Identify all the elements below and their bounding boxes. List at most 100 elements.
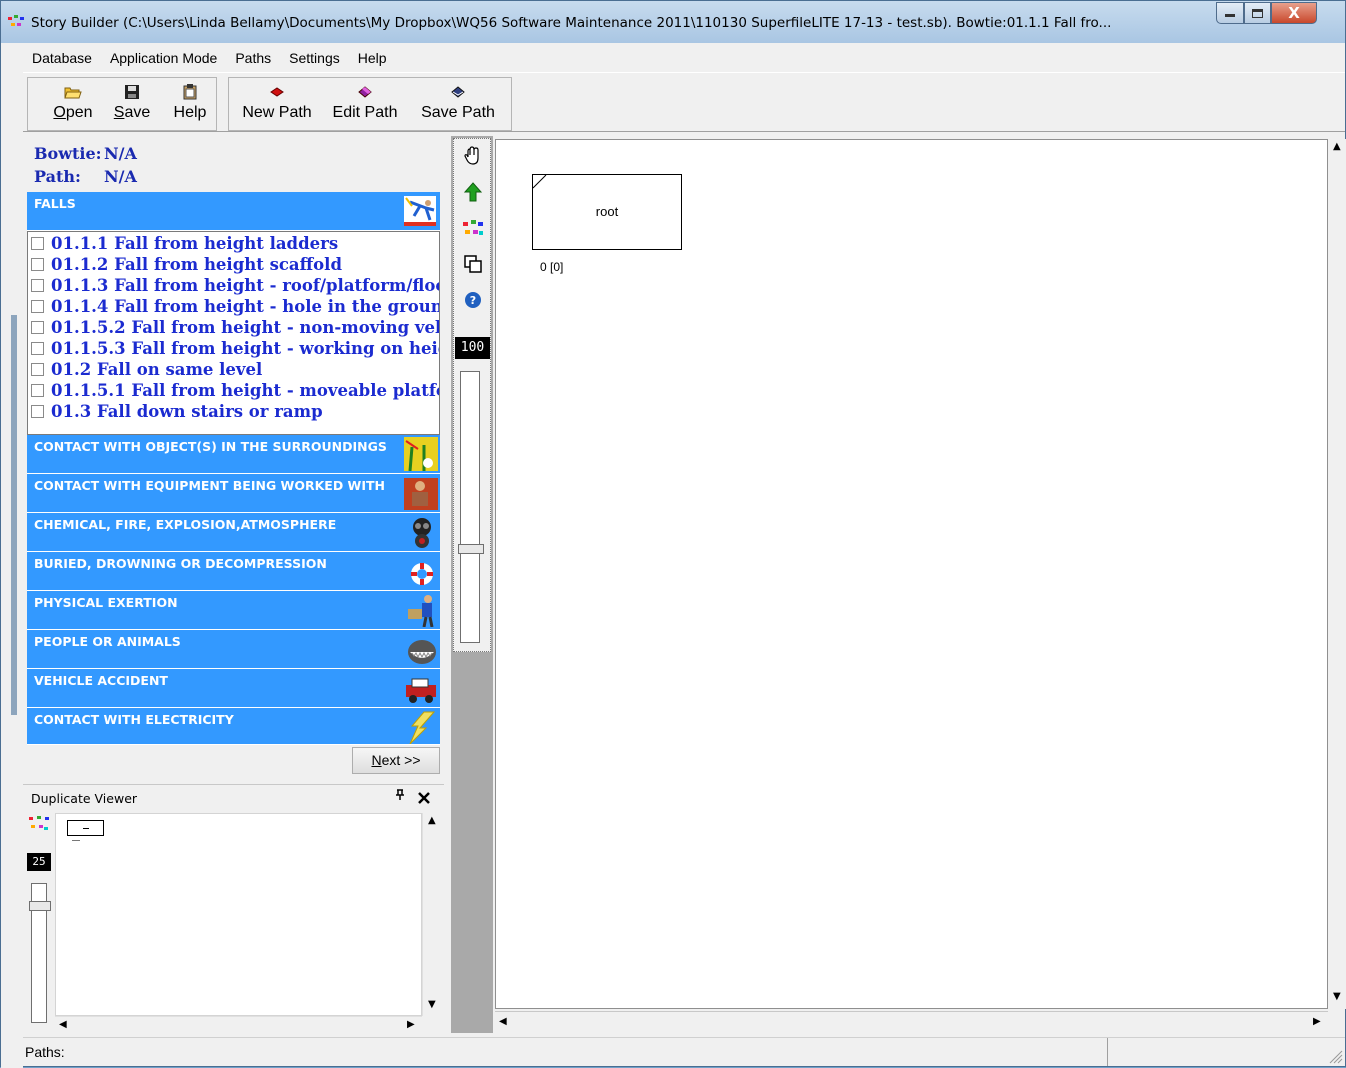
help-button[interactable]: Help: [168, 82, 212, 128]
scroll-right-icon[interactable]: ▶: [407, 1019, 415, 1030]
menu-database[interactable]: Database: [23, 50, 101, 66]
menu-help[interactable]: Help: [349, 50, 396, 66]
save-path-button[interactable]: Save Path: [415, 82, 501, 128]
app-icon: [8, 15, 24, 26]
list-item[interactable]: 01.1.1 Fall from height ladders: [31, 234, 338, 254]
category-people-animals[interactable]: PEOPLE OR ANIMALS: [27, 630, 440, 669]
category-panel: Bowtie: N/A Path: N/A FALLS 01.1.1 Fall …: [23, 136, 444, 781]
window-left-edge: [1, 45, 23, 1068]
close-icon[interactable]: [417, 786, 431, 810]
list-item[interactable]: 01.1.5.2 Fall from height - non-moving v…: [31, 318, 439, 338]
scroll-up-icon[interactable]: ▲: [428, 815, 436, 826]
category-electricity[interactable]: CONTACT WITH ELECTRICITY: [27, 708, 440, 745]
lifting-person-icon: [408, 595, 434, 627]
selection-info: Bowtie: N/A Path: N/A: [27, 138, 440, 192]
scroll-right-icon[interactable]: ▶: [1313, 1016, 1321, 1027]
list-item[interactable]: 01.1.3 Fall from height - roof/platform/…: [31, 276, 439, 296]
scroll-left-icon[interactable]: ◀: [59, 1019, 67, 1030]
root-node-count: 0 [0]: [540, 260, 564, 274]
edit-path-button[interactable]: Edit Path: [328, 82, 402, 128]
zoom-level: 100: [455, 337, 490, 359]
duplicate-viewer-vertical-scrollbar[interactable]: ▲ ▼: [422, 813, 440, 1016]
save-button[interactable]: Save: [109, 82, 155, 128]
checkbox[interactable]: [31, 363, 44, 376]
falling-person-icon: [404, 196, 436, 226]
close-button[interactable]: X: [1271, 2, 1317, 24]
category-label: BURIED, DROWNING OR DECOMPRESSION: [34, 556, 327, 571]
copy-icon[interactable]: [462, 253, 484, 275]
category-label: CONTACT WITH EQUIPMENT BEING WORKED WITH: [34, 478, 385, 493]
checkbox[interactable]: [31, 258, 44, 271]
list-item[interactable]: 01.1.4 Fall from height - hole in the gr…: [31, 297, 439, 317]
zoom-slider[interactable]: [460, 371, 480, 643]
layout-icon[interactable]: [462, 217, 484, 239]
pin-icon[interactable]: [395, 789, 405, 805]
checkbox[interactable]: [31, 384, 44, 397]
path-canvas[interactable]: root 0 [0]: [495, 139, 1328, 1009]
checkbox[interactable]: [31, 342, 44, 355]
menu-bar: Database Application Mode Paths Settings…: [23, 45, 1345, 70]
list-item[interactable]: 01.2 Fall on same level: [31, 360, 262, 380]
svg-text:?: ?: [470, 294, 476, 307]
window-title: Story Builder (C:\Users\Linda Bellamy\Do…: [31, 15, 1112, 31]
menu-settings[interactable]: Settings: [280, 50, 349, 66]
falls-list[interactable]: 01.1.1 Fall from height ladders 01.1.2 F…: [27, 231, 440, 435]
duplicate-viewer-title: Duplicate Viewer: [31, 791, 138, 806]
category-chemical-fire[interactable]: CHEMICAL, FIRE, EXPLOSION,ATMOSPHERE: [27, 513, 440, 552]
mini-node-count: [72, 840, 80, 841]
list-item[interactable]: 01.3 Fall down stairs or ramp: [31, 402, 323, 422]
scroll-down-icon[interactable]: ▼: [428, 999, 436, 1010]
category-contact-with-equipment[interactable]: CONTACT WITH EQUIPMENT BEING WORKED WITH: [27, 474, 440, 513]
checkbox[interactable]: [31, 237, 44, 250]
scroll-down-icon[interactable]: ▼: [1333, 991, 1341, 1002]
toolbar-group-file: Open Save Help: [27, 77, 217, 131]
duplicate-viewer: Duplicate Viewer 25 ▲ ▼ ◀ ▶: [23, 784, 444, 1033]
minimize-icon: [1225, 14, 1235, 17]
new-path-button[interactable]: New Path: [237, 82, 317, 128]
list-item[interactable]: 01.1.5.3 Fall from height - working on h…: [31, 339, 439, 359]
category-physical-exertion[interactable]: PHYSICAL EXERTION: [27, 591, 440, 630]
close-icon: X: [1288, 4, 1300, 22]
root-node[interactable]: root: [532, 174, 682, 250]
list-item[interactable]: 01.1.5.1 Fall from height - moveable pla…: [31, 381, 439, 401]
title-bar[interactable]: Story Builder (C:\Users\Linda Bellamy\Do…: [1, 1, 1345, 43]
checkbox[interactable]: [31, 279, 44, 292]
scroll-left-icon[interactable]: ◀: [499, 1016, 507, 1027]
resize-grip-icon[interactable]: [1329, 1050, 1343, 1064]
gas-mask-icon: [413, 518, 431, 548]
duplicate-viewer-tools: 25: [27, 813, 55, 1031]
next-button[interactable]: Next >>: [352, 747, 440, 774]
checkbox[interactable]: [31, 300, 44, 313]
maximize-icon: [1252, 8, 1263, 18]
duplicate-viewer-canvas[interactable]: [55, 813, 422, 1016]
category-buried-drowning[interactable]: BURIED, DROWNING OR DECOMPRESSION: [27, 552, 440, 591]
checkbox[interactable]: [31, 321, 44, 334]
maximize-button[interactable]: [1244, 2, 1271, 24]
open-button[interactable]: Open: [50, 82, 96, 128]
floppy-disk-icon: [125, 85, 139, 99]
category-contact-with-objects[interactable]: CONTACT WITH OBJECT(S) IN THE SURROUNDIN…: [27, 435, 440, 474]
menu-paths[interactable]: Paths: [226, 50, 280, 66]
tool-palette: ? 100: [453, 138, 491, 652]
zoom-slider-thumb[interactable]: [458, 544, 484, 554]
scroll-up-icon[interactable]: ▲: [1333, 141, 1341, 152]
toolbar-group-path: New Path Edit Path Save Path: [228, 77, 512, 131]
list-item[interactable]: 01.1.2 Fall from height scaffold: [31, 255, 342, 275]
clipboard-icon: [183, 84, 197, 100]
checkbox[interactable]: [31, 405, 44, 418]
minimize-button[interactable]: [1216, 2, 1244, 24]
menu-application-mode[interactable]: Application Mode: [101, 50, 226, 66]
category-falls[interactable]: FALLS: [27, 192, 440, 231]
category-label: PHYSICAL EXERTION: [34, 595, 178, 610]
zoom-slider-thumb[interactable]: [29, 901, 51, 911]
canvas-horizontal-scrollbar[interactable]: ◀ ▶: [495, 1011, 1328, 1031]
duplicate-viewer-horizontal-scrollbar[interactable]: ◀ ▶: [55, 1016, 422, 1033]
help-icon[interactable]: ?: [462, 289, 484, 311]
category-vehicle-accident[interactable]: VEHICLE ACCIDENT: [27, 669, 440, 708]
category-label: CONTACT WITH OBJECT(S) IN THE SURROUNDIN…: [34, 439, 387, 454]
layout-icon[interactable]: [29, 816, 49, 832]
mini-root-node[interactable]: [67, 820, 104, 836]
canvas-vertical-scrollbar[interactable]: ▲ ▼: [1329, 139, 1346, 1009]
arrow-up-icon[interactable]: [462, 181, 484, 203]
hand-pan-icon[interactable]: [462, 145, 484, 167]
